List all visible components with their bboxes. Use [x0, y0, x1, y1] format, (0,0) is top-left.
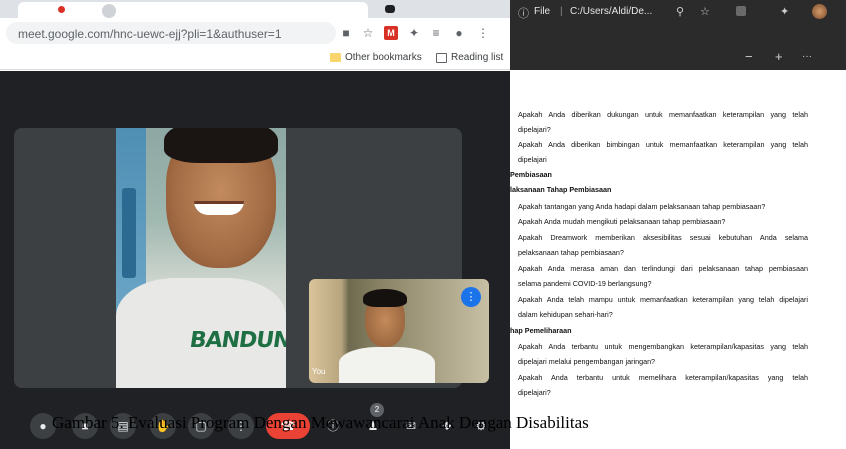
participant-hair — [164, 128, 278, 163]
pdf-heading: Pembiasaan — [510, 170, 552, 179]
tab-strip — [0, 0, 510, 18]
profile-avatar[interactable] — [812, 4, 827, 19]
edge-window: ⓘ File | C:/Users/Aldi/De... ⚲ ☆ ✦ − + ·… — [510, 0, 846, 449]
pdf-line: selama pandemi COVID-19 berlangsung? — [518, 279, 652, 288]
bookmarks-bar: Other bookmarks Reading list — [0, 48, 510, 70]
zoom-icon[interactable]: ⚲ — [676, 5, 684, 18]
other-bookmarks-label: Other bookmarks — [345, 52, 422, 63]
figure-caption: Gambar 5. Evaluasi Program Dengan Mewawa… — [52, 413, 589, 432]
pdf-line: dipelajari? — [518, 125, 551, 134]
self-shirt — [339, 347, 435, 383]
url-text: meet.google.com/hnc-uewc-ejj?pli=1&authu… — [18, 27, 282, 41]
favorite-icon[interactable]: ☆ — [700, 5, 710, 18]
meet-stage: BANDUN You ⋮ ● ■ ▤ ✋ ▢ ⋮ ☎ ⓘ 2 ♟ ✉ ❖ ⚙ — [0, 71, 510, 449]
speaking-indicator-icon: ⋮ — [461, 287, 481, 307]
pdf-line: dipelajari melalui pengembangan jaringan… — [518, 357, 656, 366]
other-bookmarks[interactable]: Other bookmarks — [330, 52, 422, 63]
file-path[interactable]: C:/Users/Aldi/De... — [570, 6, 652, 17]
pdf-heading: laksanaan Tahap Pembiasaan — [510, 185, 612, 194]
tab-close-icon[interactable] — [102, 4, 116, 18]
pdf-line: Apakah Anda diberikan bimbingan untuk me… — [518, 140, 808, 149]
address-bar[interactable]: meet.google.com/hnc-uewc-ejj?pli=1&authu… — [6, 22, 336, 44]
more-icon[interactable]: ··· — [802, 51, 812, 62]
self-label: You — [312, 367, 326, 376]
extensions-icon[interactable]: ✦ — [780, 5, 789, 18]
self-view-tile[interactable]: You ⋮ — [309, 279, 489, 383]
info-icon[interactable]: ⓘ — [518, 5, 529, 21]
self-hair — [363, 289, 407, 307]
reading-list[interactable]: Reading list — [436, 52, 503, 63]
chrome-window: meet.google.com/hnc-uewc-ejj?pli=1&authu… — [0, 0, 510, 449]
divider: | — [560, 6, 563, 17]
recording-dot-icon — [58, 6, 65, 13]
reading-list-icon — [436, 52, 447, 63]
menu-kebab-icon[interactable]: ⋮ — [476, 26, 490, 40]
reading-list-icon[interactable]: ≡ — [429, 26, 443, 40]
participant-video: BANDUN — [116, 128, 286, 388]
pdf-page: Apakah Anda diberikan dukungan untuk mem… — [510, 70, 846, 449]
collections-icon[interactable] — [736, 6, 746, 16]
pdf-line: dipelajari? — [518, 388, 551, 397]
pdf-line: Apakah tantangan yang Anda hadapi dalam … — [518, 202, 766, 211]
puzzle-icon[interactable]: ✦ — [407, 26, 421, 40]
pdf-toolbar: − + ··· — [510, 44, 846, 70]
pdf-line: dipelajari — [518, 155, 547, 164]
pdf-line: Apakah Anda mudah mengikuti pelaksanaan … — [518, 217, 726, 226]
meet-top-band — [0, 71, 510, 127]
zoom-out-icon[interactable]: − — [745, 49, 753, 64]
camera-icon[interactable]: ■ — [339, 26, 353, 40]
background-object — [122, 188, 136, 278]
pdf-line: Apakah Anda terbantu untuk mengembangkan… — [518, 342, 808, 351]
pdf-line: pelaksanaan tahap pembiasaan? — [518, 248, 624, 257]
browser-toolbar: meet.google.com/hnc-uewc-ejj?pli=1&authu… — [0, 18, 510, 48]
bookmark-star-icon[interactable]: ☆ — [361, 26, 375, 40]
pdf-line: dalam kehidupan sehari-hari? — [518, 310, 613, 319]
folder-icon — [330, 53, 341, 62]
pdf-line: Apakah Dreamwork memberikan aksesibilita… — [518, 233, 808, 242]
edge-title-bar: ⓘ File | C:/Users/Aldi/De... ⚲ ☆ ✦ — [510, 0, 846, 44]
reading-list-label: Reading list — [451, 52, 504, 63]
meet-tab[interactable] — [18, 2, 368, 18]
extension-icon[interactable]: M — [384, 26, 398, 40]
participant-smile — [194, 201, 244, 215]
pdf-line: Apakah Anda terbantu untuk memelihara ke… — [518, 373, 808, 382]
shirt-print: BANDUN — [188, 328, 286, 353]
tab-search-icon[interactable] — [385, 5, 395, 13]
pdf-heading: hap Pemeliharaan — [510, 326, 572, 335]
file-label: File — [534, 6, 551, 17]
zoom-in-icon[interactable]: + — [775, 49, 783, 64]
pdf-line: Apakah Anda merasa aman dan terlindungi … — [518, 264, 808, 273]
pdf-line: Apakah Anda diberikan dukungan untuk mem… — [518, 110, 808, 119]
profile-icon[interactable]: ● — [452, 26, 466, 40]
pdf-line: Apakah Anda telah mampu untuk memanfaatk… — [518, 295, 808, 304]
